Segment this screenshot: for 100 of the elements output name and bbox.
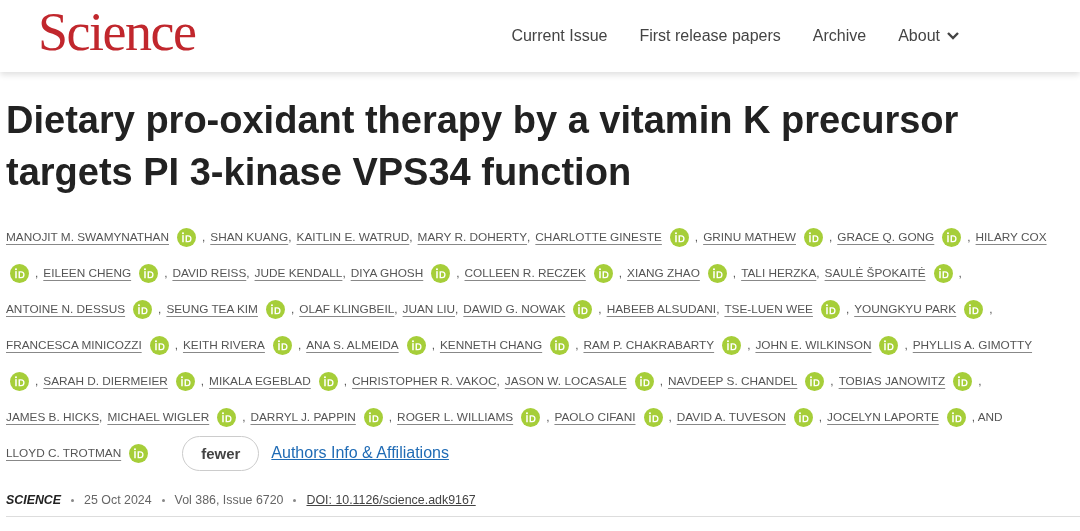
separator-text: , — [342, 266, 346, 280]
id-badge-icon[interactable] — [942, 227, 962, 247]
author-link[interactable]: JOCELYN LAPORTE — [827, 410, 939, 424]
author-link[interactable]: GRINU MATHEW — [703, 230, 796, 244]
fewer-button[interactable]: fewer — [182, 435, 260, 471]
author-link[interactable]: ROGER L. WILLIAMS — [397, 410, 514, 424]
id-badge-icon[interactable] — [722, 335, 742, 355]
separator-text: , — [618, 266, 623, 280]
separator-text: , — [496, 374, 500, 388]
id-badge-icon[interactable] — [265, 299, 285, 319]
author-link[interactable]: SAULĖ ŠPOKAITĖ — [824, 266, 926, 280]
author-link[interactable]: DAVID A. TUVESON — [676, 410, 786, 424]
nav-link[interactable]: About — [898, 27, 960, 45]
author-link[interactable]: KEITH RIVERA — [182, 338, 265, 352]
id-badge-icon[interactable] — [964, 299, 984, 319]
id-badge-icon[interactable] — [573, 299, 593, 319]
separator-text: , — [174, 338, 178, 352]
separator-text: , — [967, 230, 971, 244]
separator-text: , — [35, 374, 39, 388]
author-link[interactable]: SARAH D. DIERMEIER — [43, 374, 168, 388]
journal-name: SCIENCE — [6, 493, 62, 507]
author-link[interactable]: JUAN LIU — [402, 302, 456, 316]
id-badge-icon[interactable] — [175, 371, 195, 391]
id-badge-icon[interactable] — [593, 263, 613, 283]
id-badge-icon[interactable] — [946, 407, 966, 427]
author-link[interactable]: ANTOINE N. DESSUS — [6, 302, 126, 316]
id-badge-icon[interactable] — [318, 371, 338, 391]
separator-text: , — [164, 266, 168, 280]
separator-text: , — [816, 266, 820, 280]
id-badge-icon[interactable] — [139, 263, 159, 283]
separator-text: , — [35, 266, 39, 280]
id-badge-icon[interactable] — [707, 263, 727, 283]
affiliations-link[interactable]: Authors Info & Affiliations — [271, 444, 449, 462]
id-badge-icon[interactable] — [820, 299, 840, 319]
id-badge-icon[interactable] — [272, 335, 292, 355]
author-link[interactable]: MARY R. DOHERTY — [417, 230, 528, 244]
author-link[interactable]: YOUNGKYU PARK — [854, 302, 957, 316]
author-link[interactable]: CHARLOTTE GINESTE — [535, 230, 662, 244]
id-badge-icon[interactable] — [10, 371, 29, 391]
id-badge-icon[interactable] — [431, 263, 451, 283]
author-link[interactable]: FRANCESCA MINICOZZI — [6, 338, 142, 352]
author-link[interactable]: MANOJIT M. SWAMYNATHAN — [6, 230, 169, 244]
author-link[interactable]: GRACE Q. GONG — [837, 230, 935, 244]
id-badge-icon[interactable] — [879, 335, 899, 355]
separator-text: , — [818, 410, 823, 424]
id-badge-icon[interactable] — [133, 299, 153, 319]
author-link[interactable]: JASON W. LOCASALE — [504, 374, 627, 388]
separator-text: , — [158, 302, 162, 316]
author-link[interactable]: TSE-LUEN WEE — [724, 302, 813, 316]
id-badge-icon[interactable] — [793, 407, 813, 427]
author-link[interactable]: RAM P. CHAKRABARTY — [583, 338, 715, 352]
author-link[interactable]: NAVDEEP S. CHANDEL — [667, 374, 798, 388]
author-link[interactable]: PAOLO CIFANI — [554, 410, 636, 424]
id-badge-icon[interactable] — [217, 407, 237, 427]
doi-link[interactable]: DOI: 10.1126/science.adk9167 — [306, 493, 476, 507]
author-link[interactable]: TOBIAS JANOWITZ — [838, 374, 946, 388]
separator-text: , — [830, 374, 834, 388]
id-badge-icon[interactable] — [933, 263, 953, 283]
separator-text: , — [904, 338, 908, 352]
author-link[interactable]: SEUNG TEA KIM — [166, 302, 258, 316]
id-badge-icon[interactable] — [10, 263, 29, 283]
id-badge-icon[interactable] — [521, 407, 541, 427]
separator-text: , — [388, 410, 393, 424]
author-link[interactable]: DIYA GHOSH — [350, 266, 424, 280]
id-badge-icon[interactable] — [634, 371, 654, 391]
id-badge-icon[interactable] — [804, 227, 823, 247]
nav-link[interactable]: Archive — [812, 27, 867, 45]
id-badge-icon[interactable] — [953, 371, 973, 391]
author-link[interactable]: XIANG ZHAO — [627, 266, 700, 280]
author-link[interactable]: HILARY COX — [975, 230, 1047, 244]
author-link[interactable]: KENNETH CHANG — [439, 338, 543, 352]
author-link[interactable]: JOHN E. WILKINSON — [755, 338, 872, 352]
id-badge-icon[interactable] — [643, 407, 663, 427]
separator-text: , — [546, 410, 550, 424]
id-badge-icon[interactable] — [805, 371, 825, 391]
nav-link[interactable]: First release papers — [639, 27, 781, 45]
volume-issue: Vol 386, Issue 6720 — [174, 493, 284, 507]
author-link[interactable]: COLLEEN R. RECZEK — [464, 266, 586, 280]
id-badge-icon[interactable] — [669, 227, 689, 247]
id-badge-icon[interactable] — [406, 335, 426, 355]
separator-text: , — [242, 410, 246, 424]
author-link[interactable]: MIKALA EGEBLAD — [209, 374, 311, 388]
id-badge-icon[interactable] — [177, 227, 196, 247]
separator-text: , — [200, 374, 205, 388]
id-badge-icon[interactable] — [129, 443, 149, 463]
author-link[interactable]: DARRYL J. PAPPIN — [250, 410, 356, 424]
nav-link[interactable]: Current Issue — [511, 27, 608, 45]
article-title: Dietary pro-oxidant therapy by a vitamin K precursor targets PI 3-kinase VPS34 function — [6, 98, 960, 195]
author-link[interactable]: ANA S. ALMEIDA — [306, 338, 399, 352]
author-link[interactable]: PHYLLIS A. GIMOTTY — [912, 338, 1033, 352]
author-link[interactable]: LLOYD C. TROTMAN — [6, 446, 122, 460]
id-badge-icon[interactable] — [363, 407, 383, 427]
id-badge-icon[interactable] — [149, 335, 169, 355]
logo[interactable]: Science — [38, 5, 196, 59]
author-link[interactable]: DAWID G. NOWAK — [463, 302, 566, 316]
separator-text: , — [297, 338, 302, 352]
author-link[interactable]: HABEEB ALSUDANI — [606, 302, 717, 316]
author-link[interactable]: MICHAEL WIGLER — [107, 410, 210, 424]
id-badge-icon[interactable] — [550, 335, 570, 355]
author-link[interactable]: EILEEN CHENG — [43, 266, 132, 280]
